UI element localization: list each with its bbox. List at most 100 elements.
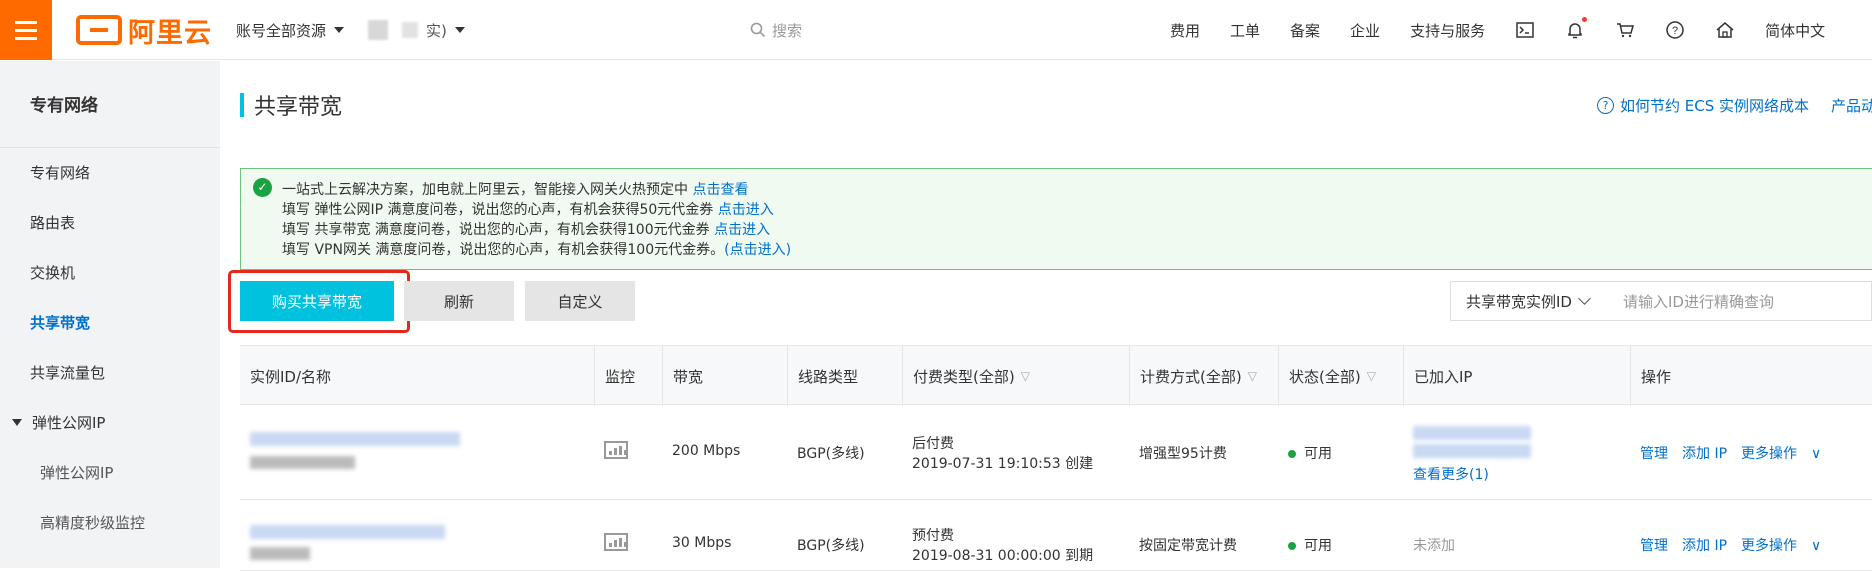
ips-none: 未添加 (1413, 538, 1455, 554)
col-monitor: 监控 (594, 346, 662, 406)
title-accent (240, 93, 244, 117)
notice-link[interactable]: 点击进入 (718, 202, 774, 218)
pay-time: 2019-07-31 19:10:53 创建 (912, 456, 1094, 472)
view-more-link[interactable]: 查看更多(1) (1403, 464, 1489, 484)
search-icon (750, 22, 766, 38)
manage-link[interactable]: 管理 (1640, 446, 1668, 462)
billing-method: 按固定带宽计费 (1139, 538, 1237, 554)
manage-link[interactable]: 管理 (1640, 538, 1668, 554)
logo[interactable]: 阿里云 (76, 14, 212, 49)
instance-name (240, 547, 310, 564)
ip-link[interactable] (1403, 426, 1531, 444)
main-content: 共享带宽 ? 如何节约 ECS 实例网络成本 产品动 ✓ 一站式上云解决方案，加… (220, 61, 1872, 571)
id-search-input[interactable]: 请输入ID进行精确查询 (1609, 281, 1872, 321)
sidebar-item-vpc[interactable]: 专有网络 (30, 162, 90, 183)
pay-time: 2019-08-31 00:00:00 到期 (912, 548, 1094, 564)
pay-type: 预付费 (912, 528, 954, 544)
row-actions: 管理 添加 IP 更多操作 ∨ (1630, 443, 1821, 463)
sidebar-group-eip[interactable]: 弹性公网IP (12, 412, 105, 433)
filter-icon[interactable]: ▽ (1367, 369, 1376, 383)
col-billing[interactable]: 计费方式(全部) ▽ (1129, 346, 1278, 406)
add-ip-link[interactable]: 添加 IP (1682, 446, 1727, 462)
notice-link[interactable]: 点击进入 (714, 222, 770, 238)
filter-select[interactable]: 共享带宽实例ID (1450, 281, 1610, 321)
bandwidth-value: 30 Mbps (672, 535, 732, 551)
nav-support[interactable]: 支持与服务 (1410, 20, 1485, 41)
nav-enterprise[interactable]: 企业 (1350, 20, 1380, 41)
sidebar-item-vswitch[interactable]: 交换机 (30, 262, 75, 283)
status-badge: 可用 (1278, 443, 1332, 463)
more-actions-link[interactable]: 更多操作 (1741, 538, 1797, 554)
table-row: 30 Mbps BGP(多线) 预付费 2019-08-31 00:00:00 … (240, 501, 1872, 571)
col-instance: 实例ID/名称 (250, 367, 332, 386)
line-type: BGP(多线) (797, 538, 865, 554)
refresh-button[interactable]: 刷新 (404, 281, 514, 321)
more-actions-link[interactable]: 更多操作 (1741, 446, 1797, 462)
nav-tickets[interactable]: 工单 (1230, 20, 1260, 41)
logo-text: 阿里云 (128, 17, 212, 49)
notice-link[interactable]: (点击进入) (724, 242, 791, 258)
check-circle-icon: ✓ (253, 178, 272, 197)
sidebar-item-route-table[interactable]: 路由表 (30, 212, 75, 233)
global-search[interactable]: 搜索 (750, 0, 802, 60)
buy-shared-bandwidth-button[interactable]: 购买共享带宽 (240, 281, 394, 321)
table-row: 200 Mbps BGP(多线) 后付费 2019-07-31 19:10:53… (240, 406, 1872, 500)
bandwidth-value: 200 Mbps (672, 443, 741, 459)
nav-billing[interactable]: 费用 (1170, 20, 1200, 41)
cart-icon[interactable] (1615, 20, 1635, 40)
billing-method: 增强型95计费 (1139, 446, 1227, 462)
chevron-down-icon (454, 27, 465, 33)
notice-line: 填写 弹性公网IP 满意度问卷，说出您的心声，有机会获得50元代金券 点击进入 (282, 202, 774, 218)
notice-link[interactable]: 点击查看 (692, 182, 748, 198)
table-header: 实例ID/名称 监控 带宽 线路类型 付费类型(全部) ▽ 计费方式(全部) ▽ 状… (240, 345, 1872, 406)
sidebar-item-shared-bandwidth[interactable]: 共享带宽 (30, 312, 90, 333)
status-badge: 可用 (1278, 535, 1332, 555)
sidebar-title: 专有网络 (30, 96, 98, 116)
top-bar: 阿里云 账号全部资源 实) 搜索 费用 工单 备案 企业 支持与服务 ? 简体中… (0, 0, 1872, 60)
instance-id-link[interactable] (240, 432, 460, 450)
sidebar-item-eip-monitor[interactable]: 高精度秒级监控 (40, 512, 145, 533)
filter-icon[interactable]: ▽ (1248, 369, 1257, 383)
col-line-type: 线路类型 (787, 346, 902, 406)
divider (0, 147, 220, 148)
sidebar: 专有网络 专有网络 路由表 交换机 共享带宽 共享流量包 弹性公网IP 弹性公网… (0, 61, 220, 568)
sidebar-item-shared-traffic-package[interactable]: 共享流量包 (30, 362, 105, 383)
chevron-down-icon (1578, 291, 1591, 305)
monitor-chart-icon[interactable] (604, 441, 628, 459)
col-status[interactable]: 状态(全部) ▽ (1278, 346, 1403, 406)
filter-icon[interactable]: ▽ (1021, 369, 1030, 383)
account-resource-dropdown[interactable]: 账号全部资源 (236, 0, 345, 60)
col-actions: 操作 (1630, 346, 1872, 406)
help-link-text: 如何节约 ECS 实例网络成本 (1620, 97, 1810, 115)
product-link[interactable]: 产品动 (1831, 95, 1872, 116)
help-link[interactable]: ? 如何节约 ECS 实例网络成本 产品动 (1597, 95, 1872, 116)
chevron-down-icon (334, 27, 345, 33)
filter-select-value: 共享带宽实例ID (1466, 292, 1572, 311)
bell-icon[interactable] (1565, 17, 1588, 40)
sidebar-group-label: 弹性公网IP (32, 414, 106, 432)
language-switch[interactable]: 简体中文 (1765, 20, 1825, 41)
svg-text:?: ? (1672, 25, 1678, 37)
monitor-chart-icon[interactable] (604, 533, 628, 551)
org-suffix: 实) (426, 21, 447, 40)
home-icon[interactable] (1715, 20, 1735, 40)
row-actions: 管理 添加 IP 更多操作 ∨ (1630, 535, 1821, 555)
nav-icp[interactable]: 备案 (1290, 20, 1320, 41)
instance-id-link[interactable] (240, 525, 445, 543)
instance-name (240, 456, 355, 473)
col-ips: 已加入IP (1403, 346, 1630, 406)
terminal-icon[interactable] (1515, 20, 1535, 40)
status-dot (1288, 450, 1296, 458)
notice-banner: ✓ 一站式上云解决方案，加电就上阿里云，智能接入网关火热预定中 点击查看 填写 … (240, 168, 1872, 270)
help-icon[interactable]: ? (1665, 20, 1685, 40)
menu-icon[interactable] (0, 0, 52, 60)
top-nav: 费用 工单 备案 企业 支持与服务 ? 简体中文 (1170, 0, 1855, 60)
ip-link[interactable] (1403, 444, 1531, 462)
question-icon: ? (1597, 97, 1614, 114)
aliyun-logo-icon (76, 15, 122, 45)
customize-button[interactable]: 自定义 (525, 281, 635, 321)
col-pay-type[interactable]: 付费类型(全部) ▽ (902, 346, 1129, 406)
sidebar-item-eip[interactable]: 弹性公网IP (40, 462, 113, 483)
add-ip-link[interactable]: 添加 IP (1682, 538, 1727, 554)
org-dropdown[interactable]: 实) (368, 14, 488, 46)
